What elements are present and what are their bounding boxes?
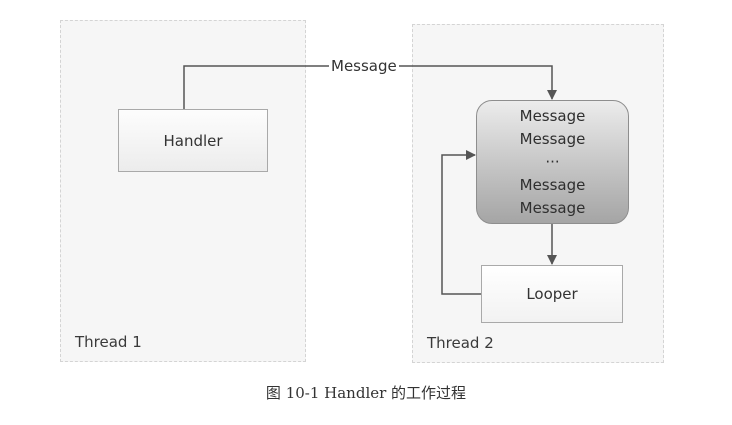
queue-message-item: Message bbox=[519, 198, 586, 217]
diagram-canvas: Thread 1 Thread 2 Message Handler Messag… bbox=[0, 0, 732, 425]
handler-box: Handler bbox=[118, 109, 268, 172]
figure-caption: 图 10-1 Handler 的工作过程 bbox=[265, 384, 467, 402]
queue-message-item: Message bbox=[519, 175, 586, 194]
looper-label: Looper bbox=[526, 285, 578, 303]
looper-box: Looper bbox=[481, 265, 623, 323]
message-arrow-label: Message bbox=[329, 57, 399, 75]
message-queue-box: Message Message ··· Message Message bbox=[476, 100, 629, 224]
queue-message-item: Message bbox=[519, 106, 586, 125]
queue-ellipsis: ··· bbox=[545, 152, 560, 171]
handler-label: Handler bbox=[163, 131, 223, 150]
queue-message-item: Message bbox=[519, 129, 586, 148]
